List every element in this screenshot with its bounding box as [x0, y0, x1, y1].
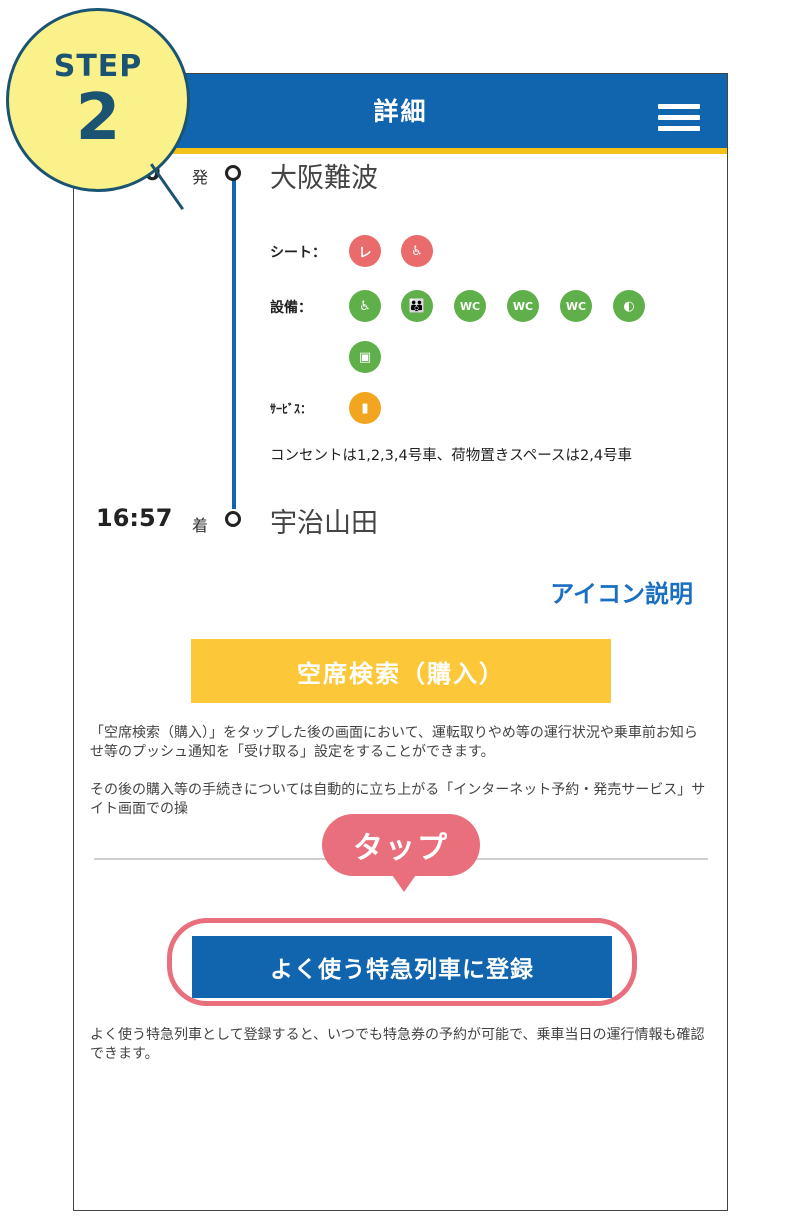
womens-toilet-icon: WC [507, 290, 539, 322]
washroom-icon: ◐ [613, 290, 645, 322]
outlet-icon: ▮ [349, 392, 381, 424]
step-badge: STEP 2 [6, 8, 190, 192]
equipment-label: 設備： [270, 300, 312, 316]
phone-screen: 詳細 0 発 大阪難波 シート： レ ♿ 設備： ♿ 👪 WC WC WC ◐ … [73, 73, 728, 1211]
family-icon: 👪 [401, 290, 433, 322]
nursing-room-icon: ♿ [349, 290, 381, 322]
reserved-seat-icon: レ [349, 235, 381, 267]
step-label: STEP [53, 49, 143, 84]
arrival-time: 16:57 [96, 504, 173, 532]
tap-callout: タップ [322, 814, 480, 876]
arrival-station: 宇治山田 [270, 508, 378, 539]
vacancy-description: 「空席検索（購入）」をタップした後の画面において、運転取りやめ等の運行状況や乗車… [90, 725, 698, 760]
route-line [232, 174, 236, 509]
mens-toilet-icon: WC [454, 290, 486, 322]
service-label: ｻｰﾋﾞｽ： [270, 402, 313, 416]
arrival-mark: 着 [192, 516, 209, 535]
departure-mark: 発 [192, 168, 209, 187]
tap-highlight-ring [167, 918, 637, 1006]
step-number: 2 [75, 81, 121, 155]
seat-label: シート： [270, 245, 326, 261]
accessible-toilet-icon: WC [560, 290, 592, 322]
arrival-node [225, 511, 241, 527]
wheelchair-seat-icon: ♿ [401, 235, 433, 267]
register-description: よく使う特急列車として登録すると、いつでも特急券の予約が可能で、乗車当日の運行情… [90, 1027, 705, 1062]
departure-node [225, 165, 241, 181]
icon-legend-link[interactable]: アイコン説明 [550, 574, 693, 609]
hamburger-menu-icon[interactable] [658, 104, 700, 132]
tap-callout-tail [390, 872, 418, 892]
departure-station: 大阪難波 [270, 163, 378, 194]
vacancy-search-button[interactable]: 空席検索（購入） [191, 639, 611, 703]
luggage-icon: ▣ [349, 341, 381, 373]
features-note: コンセントは1,2,3,4号車、荷物置きスペースは2,4号車 [270, 448, 633, 464]
